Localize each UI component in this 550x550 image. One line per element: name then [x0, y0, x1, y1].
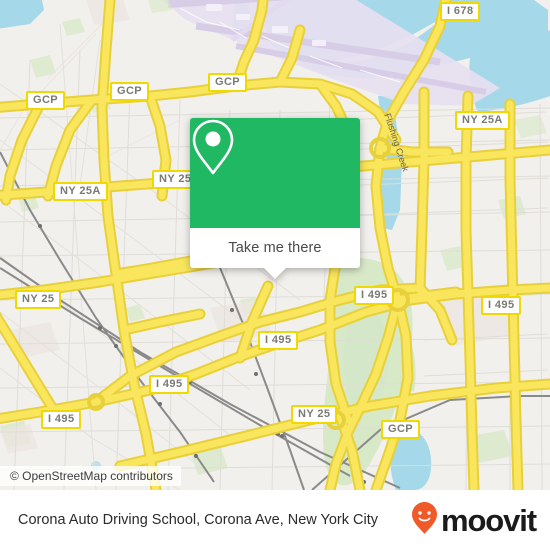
- moovit-wordmark: moovit: [440, 502, 537, 538]
- place-popup-card[interactable]: Take me there: [190, 118, 360, 279]
- highway-shield: I 495: [41, 410, 82, 429]
- highway-shield: NY 25: [291, 405, 338, 424]
- highway-shield: NY 25A: [53, 182, 108, 201]
- highway-shield: I 678: [440, 2, 481, 21]
- highway-shield: GCP: [26, 91, 66, 110]
- footer-bar: Corona Auto Driving School, Corona Ave, …: [0, 490, 550, 550]
- highway-shield: NY 25: [15, 290, 62, 309]
- moovit-pin-icon: [411, 501, 438, 540]
- highway-shield: I 495: [258, 331, 299, 350]
- moovit-map-screenshot: I 678 GCP GCP GCP NY 25A NY 25A NY 25 NY 25 I 49…: [0, 0, 550, 550]
- place-title: Corona Auto Driving School, Corona Ave, …: [18, 512, 379, 528]
- take-me-there-label: Take me there: [228, 240, 322, 256]
- highway-shield: GCP: [208, 73, 248, 92]
- highway-shield: NY 25A: [455, 111, 510, 130]
- highway-shield: GCP: [110, 82, 150, 101]
- popup-pointer-tail: [264, 268, 286, 279]
- moovit-logo[interactable]: moovit: [411, 501, 537, 540]
- highway-shield: I 495: [149, 375, 190, 394]
- highway-shield: I 495: [481, 296, 522, 315]
- highway-shield: GCP: [381, 420, 421, 439]
- highway-shield: I 495: [354, 286, 395, 305]
- osm-attribution[interactable]: © OpenStreetMap contributors: [0, 466, 181, 486]
- map-canvas[interactable]: I 678 GCP GCP GCP NY 25A NY 25A NY 25 NY 25 I 49…: [0, 0, 550, 490]
- take-me-there-button[interactable]: Take me there: [190, 228, 360, 279]
- popup-header: [190, 118, 360, 228]
